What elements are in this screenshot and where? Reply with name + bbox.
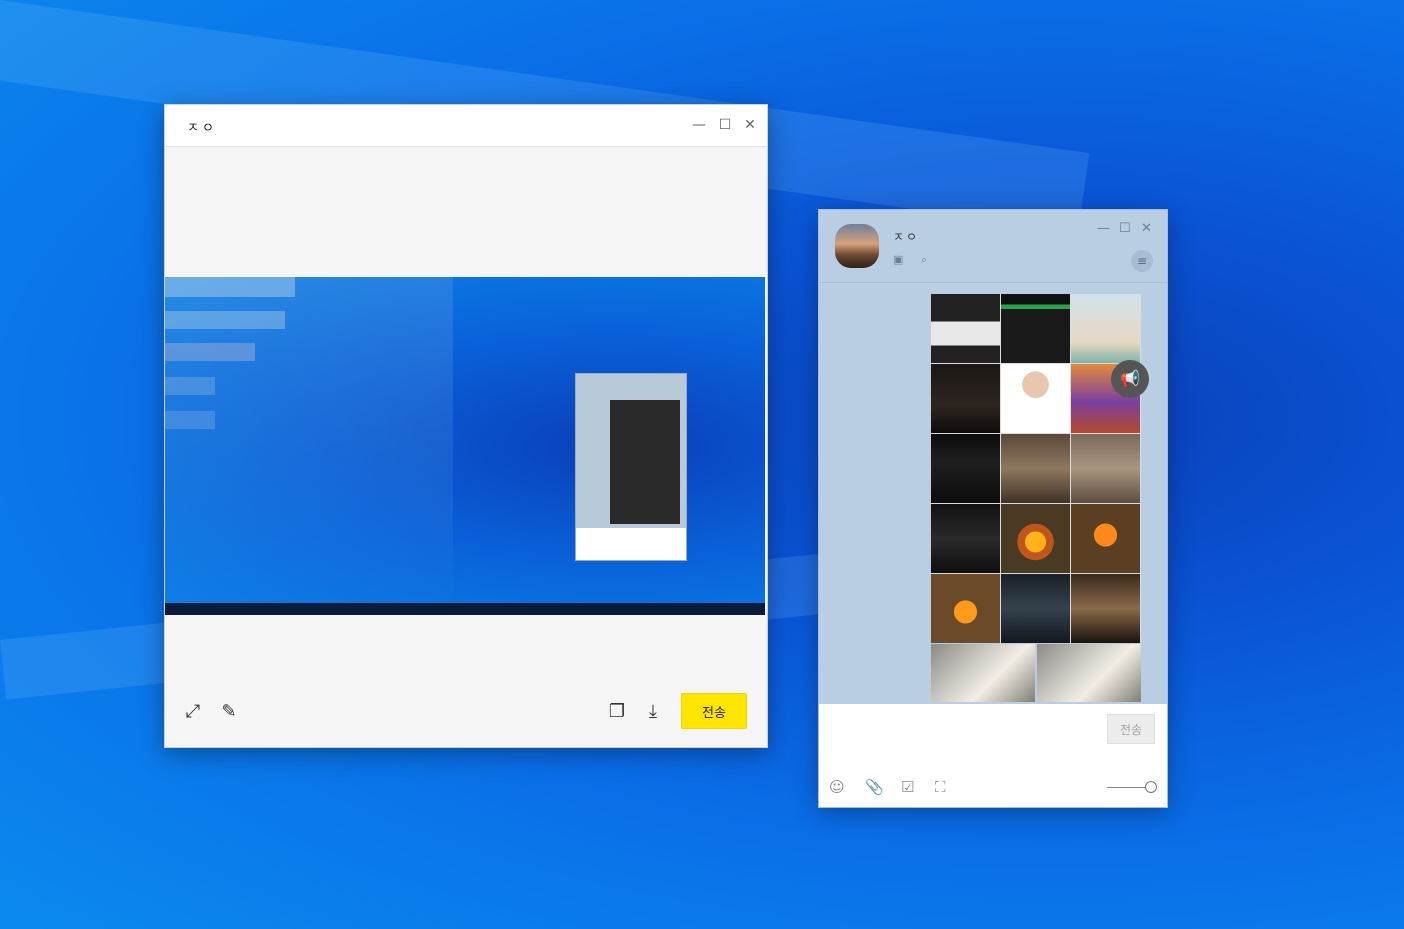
screenshot-preview xyxy=(165,277,765,615)
image-thumbnail[interactable] xyxy=(931,294,1000,363)
edit-icon[interactable]: ✎ xyxy=(218,701,240,723)
menu-icon[interactable]: ≡ xyxy=(1131,250,1153,272)
send-button[interactable]: 전송 xyxy=(1107,714,1155,744)
title-bar: ㅈㅇ — ☐ ✕ xyxy=(165,105,767,147)
mini-input-area xyxy=(576,528,686,560)
image-thumbnail[interactable] xyxy=(931,644,1035,702)
image-preview-window: ㅈㅇ — ☐ ✕ ⤢ ✎ ❐ ⤓ 전송 xyxy=(164,104,768,748)
image-thumbnail[interactable] xyxy=(1001,504,1070,573)
image-thumbnail[interactable] xyxy=(1071,504,1140,573)
drawer-icon[interactable]: ▣ xyxy=(893,253,903,266)
image-message-grid[interactable] xyxy=(931,294,1141,643)
image-thumbnail[interactable] xyxy=(1001,364,1070,433)
capture-icon[interactable]: ⛶ xyxy=(935,778,946,796)
window-title: ㅈㅇ xyxy=(187,121,217,136)
copy-icon[interactable]: ❐ xyxy=(606,701,628,723)
image-thumbnail[interactable] xyxy=(1071,434,1140,503)
image-thumbnail[interactable] xyxy=(931,364,1000,433)
mini-taskbar xyxy=(165,603,765,615)
image-thumbnail[interactable] xyxy=(1001,574,1070,643)
attach-icon[interactable]: 📎 xyxy=(865,778,884,796)
chat-header: ㅈㅇ ▣ ⌕ ≡ — ☐ ✕ xyxy=(819,210,1167,283)
mini-chat-window xyxy=(575,373,687,561)
minimize-button[interactable]: — xyxy=(690,116,708,134)
image-thumbnail[interactable] xyxy=(931,574,1000,643)
mini-image-grid xyxy=(610,400,680,524)
calendar-icon[interactable]: ☑ xyxy=(901,778,914,796)
image-thumbnail[interactable] xyxy=(1071,574,1140,643)
image-thumbnail[interactable] xyxy=(1001,294,1070,363)
image-thumbnail[interactable] xyxy=(1037,644,1141,702)
maximize-button[interactable]: ☐ xyxy=(716,116,734,134)
chat-room-name: ㅈㅇ xyxy=(893,230,920,244)
megaphone-icon[interactable]: 📢 xyxy=(1111,360,1149,398)
send-button[interactable]: 전송 xyxy=(681,693,747,729)
chat-window: ㅈㅇ ▣ ⌕ ≡ — ☐ ✕ 📢 전송 ☺ 📎 ☑ ⛶ xyxy=(818,209,1168,808)
download-icon[interactable]: ⤓ xyxy=(642,701,664,723)
image-thumbnail[interactable] xyxy=(1001,434,1070,503)
image-thumbnail[interactable] xyxy=(931,434,1000,503)
close-button[interactable]: ✕ xyxy=(741,116,759,134)
image-row-bottom xyxy=(931,644,1141,702)
close-button[interactable]: ✕ xyxy=(1141,221,1152,236)
search-icon[interactable]: ⌕ xyxy=(921,253,927,267)
avatar[interactable] xyxy=(835,224,879,268)
font-size-slider-knob[interactable] xyxy=(1145,781,1157,793)
expand-icon[interactable]: ⤢ xyxy=(182,701,204,723)
minimize-button[interactable]: — xyxy=(1097,221,1110,236)
chat-message-area[interactable]: 📢 xyxy=(819,282,1167,702)
image-thumbnail[interactable] xyxy=(931,504,1000,573)
maximize-button[interactable]: ☐ xyxy=(1119,221,1131,236)
message-input-area[interactable]: 전송 ☺ 📎 ☑ ⛶ xyxy=(819,704,1167,807)
image-thumbnail[interactable] xyxy=(1071,294,1140,363)
emoji-icon[interactable]: ☺ xyxy=(829,778,845,796)
font-size-slider-track[interactable] xyxy=(1107,787,1149,788)
pixelated-region xyxy=(165,277,453,615)
